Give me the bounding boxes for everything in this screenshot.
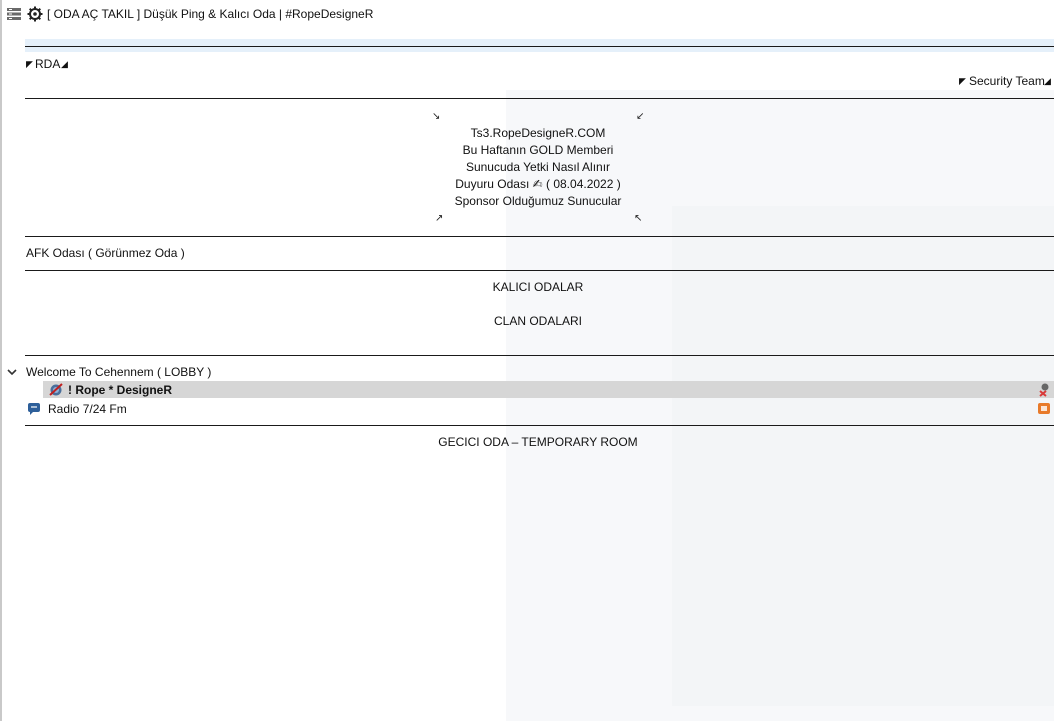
channel-lobby[interactable]: Welcome To Cehennem ( LOBBY )	[0, 363, 1054, 381]
channel-yetki-label: Sunucuda Yetki Nasıl Alınır	[465, 160, 611, 174]
channel-website[interactable]: Ts3.RopeDesigneR.COM	[388, 126, 688, 140]
channel-kalici-label: KALICI ODALAR	[492, 280, 584, 294]
channel-website-label: Ts3.RopeDesigneR.COM	[470, 126, 606, 140]
spacer-line	[25, 46, 1054, 47]
client-name-rope: ! Rope * DesigneR	[68, 382, 173, 397]
speech-bubble-client-icon	[27, 402, 41, 416]
spacer-line	[25, 270, 1054, 271]
window-left-border	[0, 0, 2, 721]
corner-arrow-icon: ◢	[1044, 75, 1051, 86]
spacer-line	[25, 355, 1054, 356]
arrow-northeast-icon: ↗	[435, 213, 444, 224]
chevron-down-icon[interactable]	[6, 366, 18, 378]
spacer-line	[25, 425, 1054, 426]
channel-duyuru[interactable]: Duyuru Odası ✍ ( 08.04.2022 )	[388, 177, 688, 191]
corner-arrow-icon: ◤	[959, 75, 966, 86]
server-gear-icon	[27, 6, 43, 22]
channel-duyuru-label: Duyuru Odası ✍ ( 08.04.2022 )	[455, 177, 621, 191]
channel-gold-member-label: Bu Haftanın GOLD Memberi	[462, 143, 614, 157]
channel-gold-member[interactable]: Bu Haftanın GOLD Memberi	[388, 143, 688, 157]
away-red-x-icon	[1038, 382, 1052, 397]
arrow-southwest-icon: ↙	[636, 111, 645, 122]
client-row-rope[interactable]: ! Rope * DesigneR	[43, 381, 1054, 398]
channel-temporary-label: GECICI ODA – TEMPORARY ROOM	[438, 435, 638, 449]
channel-kalici-odalar[interactable]: KALICI ODALAR	[388, 280, 688, 294]
channel-security-team-label: Security Team	[969, 74, 1045, 88]
spacer-line	[25, 98, 1054, 99]
background-ghost-panel-inner	[672, 206, 1054, 706]
spacer-line	[25, 236, 1054, 237]
corner-arrow-icon: ◤	[26, 58, 33, 69]
channel-sponsor[interactable]: Sponsor Olduğumuz Sunucular	[388, 194, 688, 208]
group-badge-icon	[1037, 402, 1051, 415]
channel-clan-odalari[interactable]: CLAN ODALARI	[388, 314, 688, 328]
channel-yetki[interactable]: Sunucuda Yetki Nasıl Alınır	[388, 160, 688, 174]
channel-rda-label: RDA	[35, 57, 61, 71]
channel-afk[interactable]: AFK Odası ( Görünmez Oda )	[0, 244, 1054, 262]
arrow-northwest-icon: ↖	[634, 213, 643, 224]
channel-security-team[interactable]: ◤ Security Team ◢	[0, 72, 1054, 90]
arrow-southeast-icon: ↘	[432, 111, 441, 122]
channel-rda[interactable]: ◤ RDA ◢	[0, 55, 1054, 73]
channel-temporary-room[interactable]: GECICI ODA – TEMPORARY ROOM	[388, 435, 688, 449]
server-row[interactable]: [ ODA AÇ TAKIL ] Düşük Ping & Kalıcı Oda…	[0, 5, 1054, 23]
client-name-radio: Radio 7/24 Fm	[48, 402, 127, 416]
hamburger-menu-icon[interactable]	[6, 7, 22, 21]
channel-sponsor-label: Sponsor Olduğumuz Sunucular	[454, 194, 622, 208]
server-title: [ ODA AÇ TAKIL ] Düşük Ping & Kalıcı Oda…	[47, 7, 374, 21]
channel-clan-label: CLAN ODALARI	[493, 314, 583, 328]
corner-arrow-icon: ◢	[61, 58, 68, 69]
channel-lobby-label: Welcome To Cehennem ( LOBBY )	[26, 365, 212, 379]
microphone-muted-client-icon	[48, 382, 64, 397]
client-row-radio[interactable]: Radio 7/24 Fm	[0, 400, 1054, 418]
channel-afk-label: AFK Odası ( Görünmez Oda )	[26, 246, 185, 260]
